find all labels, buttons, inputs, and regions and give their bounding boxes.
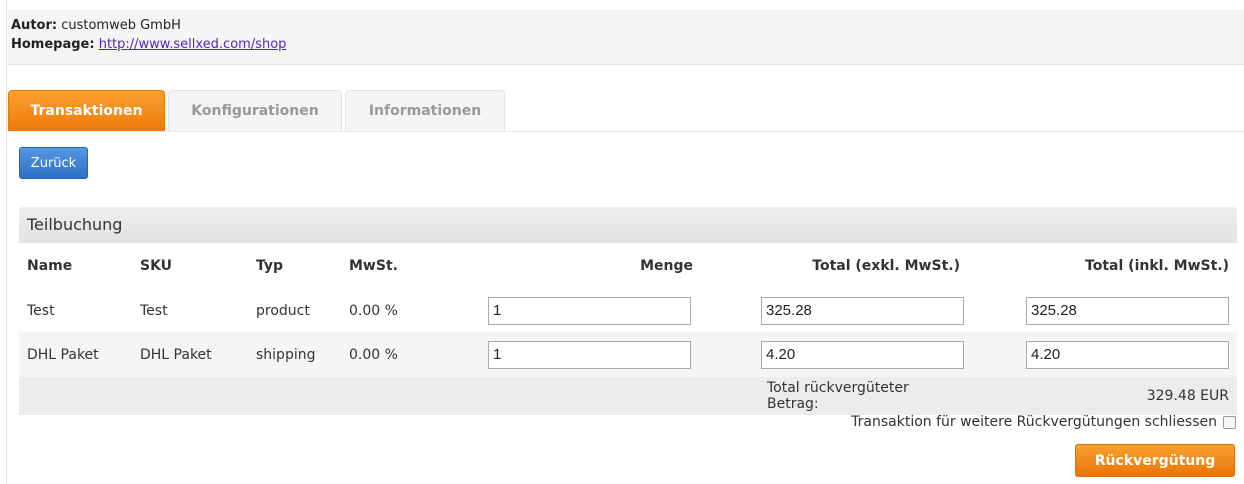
total-value: 329.48 EUR (968, 377, 1237, 415)
col-header-type: Typ (256, 258, 284, 274)
total-excl-input[interactable] (761, 340, 964, 369)
homepage-link[interactable]: http://www.sellxed.com/shop (99, 37, 287, 52)
cell-total-excl (701, 332, 968, 377)
tab-konfigurationen[interactable]: Konfigurationen (168, 90, 342, 131)
partial-booking-panel: Teilbuchung Name SKU Typ MwSt. Menge Tot… (19, 207, 1237, 415)
cell-type: product (256, 302, 310, 319)
cell-name: Test (27, 302, 55, 319)
module-info-box: Autor: customweb GmbH Homepage: http://w… (8, 10, 1244, 65)
col-header-name: Name (27, 258, 73, 274)
homepage-label: Homepage: (11, 37, 95, 52)
total-incl-input[interactable] (1026, 340, 1229, 369)
table-header-row: Name SKU Typ MwSt. Menge Total (exkl. Mw… (19, 243, 1237, 289)
tab-transaktionen[interactable]: Transaktionen (8, 90, 165, 131)
col-header-total-excl: Total (exkl. MwSt.) (812, 258, 960, 274)
cell-quantity (488, 289, 701, 332)
author-label: Autor: (11, 18, 58, 33)
author-line: Autor: customweb GmbH (11, 18, 181, 33)
table-row: DHL Paket DHL Paket shipping 0.00 % (19, 332, 1237, 377)
left-border (6, 0, 7, 484)
cell-tax: 0.00 % (349, 302, 398, 319)
col-header-sku: SKU (140, 258, 173, 274)
total-row: Total rückvergüteter Betrag: 329.48 EUR (19, 377, 1237, 415)
quantity-input[interactable] (488, 296, 691, 325)
cell-name: DHL Paket (19, 332, 132, 377)
col-header-quantity: Menge (640, 258, 693, 274)
tab-informationen[interactable]: Informationen (345, 90, 505, 131)
cell-tax: 0.00 % (341, 332, 488, 377)
cell-total-excl (701, 289, 968, 332)
cell-total-incl (968, 289, 1237, 332)
quantity-input[interactable] (488, 340, 691, 369)
cell-sku: Test (140, 302, 168, 319)
homepage-line: Homepage: http://www.sellxed.com/shop (11, 37, 286, 52)
refund-table: Name SKU Typ MwSt. Menge Total (exkl. Mw… (19, 243, 1237, 415)
total-incl-input[interactable] (1026, 296, 1229, 325)
total-excl-input[interactable] (761, 296, 964, 325)
col-header-tax: MwSt. (349, 258, 398, 274)
refund-button[interactable]: Rückvergütung (1075, 444, 1235, 477)
col-header-total-incl: Total (inkl. MwSt.) (1085, 258, 1229, 274)
cell-sku: DHL Paket (132, 332, 248, 377)
panel-title: Teilbuchung (19, 207, 1237, 243)
author-value: customweb GmbH (61, 18, 181, 33)
close-transaction-option: Transaktion für weitere Rückvergütungen … (851, 414, 1236, 430)
cell-quantity (488, 332, 701, 377)
close-transaction-label: Transaktion für weitere Rückvergütungen … (851, 414, 1217, 430)
cell-type: shipping (248, 332, 341, 377)
table-row: Test Test product 0.00 % (19, 289, 1237, 332)
close-transaction-checkbox[interactable] (1223, 415, 1236, 429)
back-button[interactable]: Zurück (19, 147, 88, 179)
total-label: Total rückvergüteter Betrag: (701, 377, 968, 415)
cell-total-incl (968, 332, 1237, 377)
tab-divider (8, 131, 1244, 132)
